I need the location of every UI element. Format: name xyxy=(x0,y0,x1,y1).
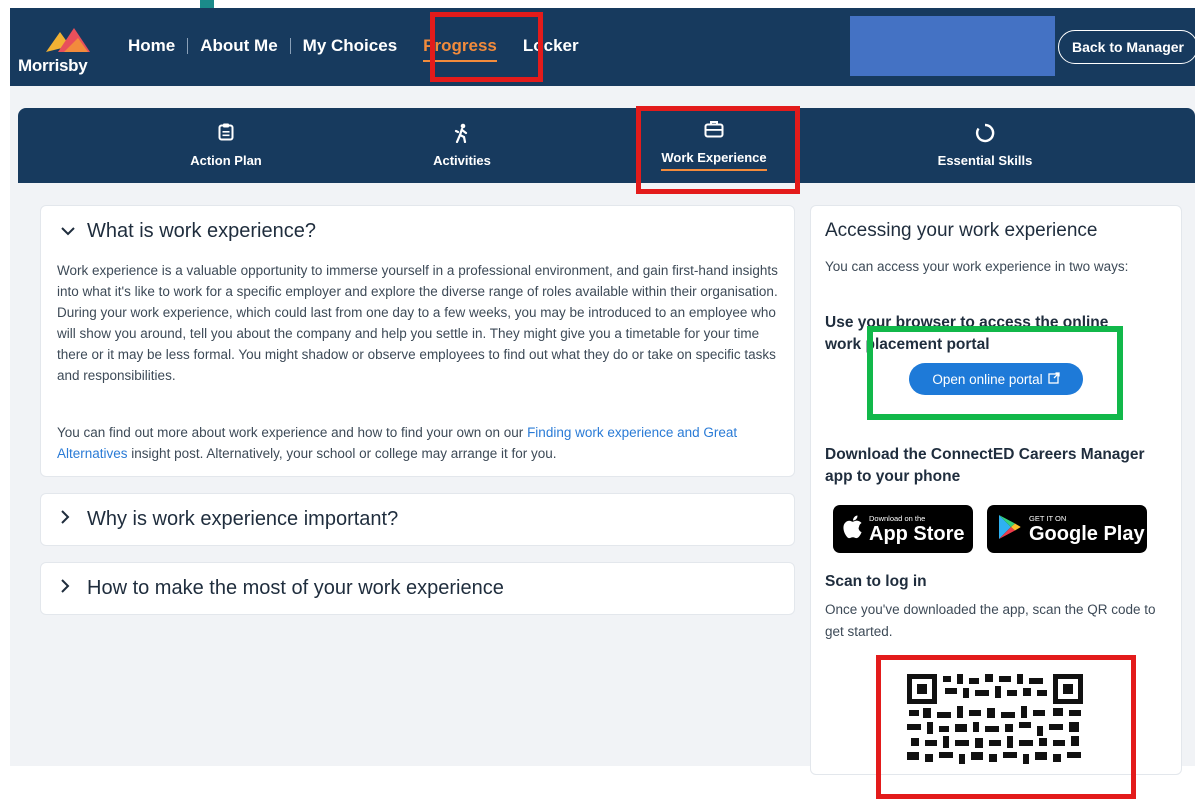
badge-text: GET IT ON Google Play xyxy=(1029,514,1145,545)
badge-small-text: GET IT ON xyxy=(1029,513,1067,523)
badge-big-text: Google Play xyxy=(1029,522,1145,545)
top-strip xyxy=(0,0,1195,8)
highlight-progress xyxy=(430,12,543,82)
side-heading: Accessing your work experience xyxy=(825,220,1098,241)
accordion-item-make-the-most[interactable]: How to make the most of your work experi… xyxy=(40,562,795,615)
highlight-online-portal xyxy=(867,326,1123,420)
sub-navbar: Action Plan Activities Work Experience E… xyxy=(18,108,1195,183)
scan-heading: Scan to log in xyxy=(825,573,927,590)
google-play-badge[interactable]: GET IT ON Google Play xyxy=(987,505,1147,553)
google-play-icon xyxy=(997,514,1021,545)
accordion-title: Why is work experience important? xyxy=(87,508,399,530)
logo-text: Morrisby xyxy=(18,56,88,75)
scan-instructions: Once you've downloaded the app, scan the… xyxy=(825,602,1156,639)
back-to-manager-button[interactable]: Back to Manager xyxy=(1058,30,1195,64)
chevron-right-icon xyxy=(61,510,75,529)
redacted-user-block xyxy=(850,16,1055,76)
nav-about-me[interactable]: About Me xyxy=(200,36,277,56)
accordion-title: What is work experience? xyxy=(87,220,316,242)
tab-label: Essential Skills xyxy=(937,153,1033,168)
badge-text: Download on the App Store xyxy=(869,514,965,545)
nav-home[interactable]: Home xyxy=(128,36,175,56)
highlight-qr-code xyxy=(876,655,1136,799)
badge-small-text: Download on the xyxy=(869,513,926,523)
accordion-title: How to make the most of your work experi… xyxy=(87,577,504,599)
accordion-header-why-important[interactable]: Why is work experience important? xyxy=(61,508,398,531)
tab-essential-skills[interactable]: Essential Skills xyxy=(918,108,1052,183)
nav-divider xyxy=(187,38,189,54)
nav-divider xyxy=(289,38,291,54)
accordion-header-what-is[interactable]: What is work experience? xyxy=(61,220,316,243)
accordion-header-make-the-most[interactable]: How to make the most of your work experi… xyxy=(61,577,504,600)
hiker-icon xyxy=(453,123,471,147)
highlight-work-experience xyxy=(636,106,800,194)
text-segment: insight post. Alternatively, your school… xyxy=(127,446,557,461)
side-intro-text: You can access your work experience in t… xyxy=(825,259,1129,274)
decorative-mark xyxy=(200,0,214,8)
badge-big-text: App Store xyxy=(869,522,965,545)
accordion-item-why-important[interactable]: Why is work experience important? xyxy=(40,493,795,546)
tab-label: Action Plan xyxy=(190,153,262,168)
accordion-item-what-is: What is work experience? Work experience… xyxy=(40,205,795,477)
app-download-heading: Download the ConnectED Careers Manager a… xyxy=(825,446,1145,485)
app-store-badge[interactable]: Download on the App Store xyxy=(833,505,973,553)
clipboard-icon xyxy=(218,123,234,147)
tab-activities[interactable]: Activities xyxy=(412,108,512,183)
circle-progress-icon xyxy=(975,123,995,147)
accordion-body-text: Work experience is a valuable opportunit… xyxy=(57,263,778,383)
apple-icon xyxy=(843,515,863,544)
tab-action-plan[interactable]: Action Plan xyxy=(168,108,284,183)
tab-label: Activities xyxy=(433,153,491,168)
nav-my-choices[interactable]: My Choices xyxy=(303,36,397,56)
text-segment: You can find out more about work experie… xyxy=(57,425,528,440)
top-navbar: Morrisby Home About Me My Choices Progre… xyxy=(10,8,1195,86)
morrisby-logo[interactable]: Morrisby xyxy=(18,22,108,78)
chevron-down-icon xyxy=(61,223,75,241)
chevron-right-icon xyxy=(61,579,75,598)
accordion-body-text-2: You can find out more about work experie… xyxy=(57,422,789,464)
